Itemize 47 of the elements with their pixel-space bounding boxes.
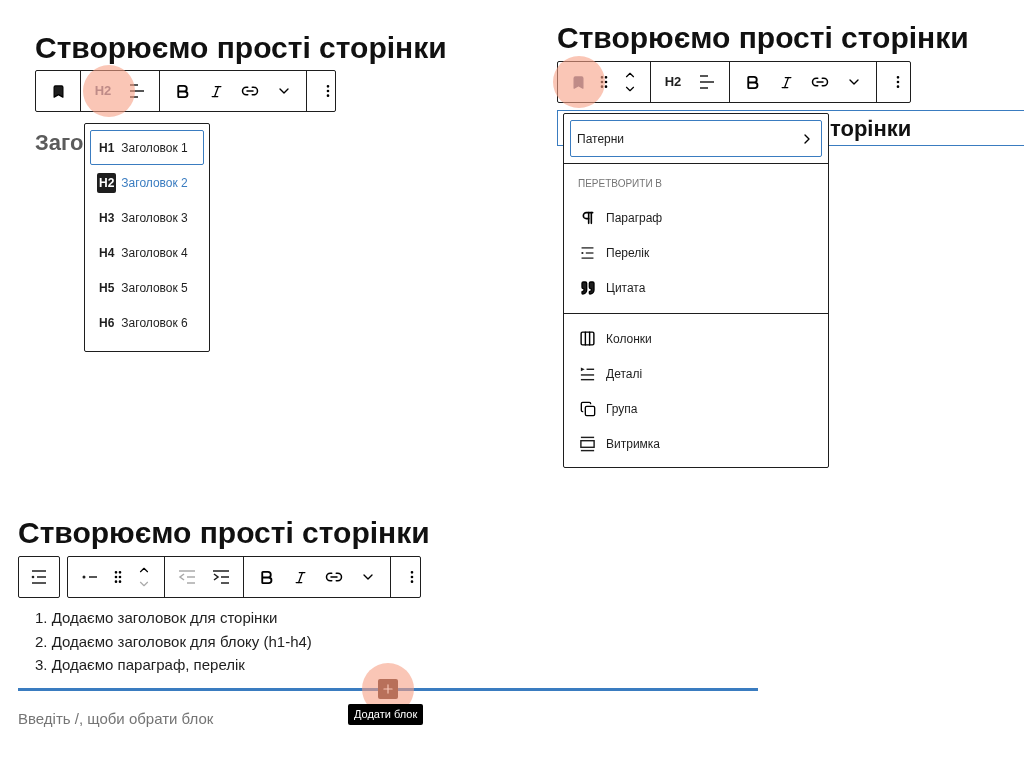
highlight-marker xyxy=(83,65,135,117)
heading-level-option[interactable]: H3 Заголовок 3 xyxy=(90,200,204,235)
heading-level-button[interactable]: H2 xyxy=(656,62,690,102)
bookmark-icon xyxy=(50,83,66,99)
page-heading: Створюємо прості сторінки xyxy=(35,30,448,66)
italic-icon xyxy=(778,74,794,90)
bullet-list-icon xyxy=(81,574,99,580)
transform-menu-item[interactable]: Цитата xyxy=(570,270,822,305)
block-input-field[interactable]: Введіть /, щоби обрати блок xyxy=(18,707,338,730)
list-item: 3. Додаємо параграф, перелік xyxy=(35,655,245,675)
italic-icon xyxy=(208,83,224,99)
columns-icon xyxy=(579,330,596,347)
heading-fragment: торінки xyxy=(830,114,912,143)
plus-icon xyxy=(381,681,395,696)
group-icon xyxy=(579,400,596,417)
heading-level-option[interactable]: H2 Заголовок 2 xyxy=(90,165,204,200)
add-block-button[interactable] xyxy=(378,678,398,699)
details-icon xyxy=(579,365,596,382)
page-heading: Створюємо прості сторінки xyxy=(557,20,970,56)
tooltip: Додати блок xyxy=(348,703,424,725)
indent-icon xyxy=(211,570,231,584)
transform-menu-item[interactable]: Перелік xyxy=(570,235,822,270)
bookmark-icon xyxy=(570,74,586,90)
outdent-icon xyxy=(177,570,197,584)
quote-icon xyxy=(579,279,596,296)
section-title: ПЕРЕТВОРИТИ В xyxy=(577,176,664,191)
list-icon xyxy=(579,244,596,261)
italic-icon xyxy=(292,569,308,585)
transform-menu-item[interactable]: Колонки xyxy=(570,321,822,356)
transform-menu-item[interactable]: Параграф xyxy=(570,200,822,235)
heading-level-option[interactable]: H6 Заголовок 6 xyxy=(90,305,204,340)
list-item: 1. Додаємо заголовок для сторінки xyxy=(35,608,278,628)
transform-menu-item[interactable]: Деталі xyxy=(570,356,822,391)
align-icon xyxy=(128,83,146,99)
heading-level-option[interactable]: H4 Заголовок 4 xyxy=(90,235,204,270)
page-heading: Створюємо прості сторінки xyxy=(18,515,431,551)
list-block-icon xyxy=(29,569,49,585)
heading-level-option[interactable]: H5 Заголовок 5 xyxy=(90,270,204,305)
heading-fragment: Заго xyxy=(35,129,84,157)
transform-menu-item[interactable]: Витримка xyxy=(570,426,822,461)
align-icon xyxy=(698,74,716,90)
transform-menu-item[interactable]: Група xyxy=(570,391,822,426)
list-item: 2. Додаємо заголовок для блоку (h1-h4) xyxy=(35,631,312,652)
highlight-marker xyxy=(553,56,605,108)
patterns-menu-item[interactable]: Патерни xyxy=(570,120,822,157)
heading-level-option[interactable]: H1 Заголовок 1 xyxy=(90,130,204,165)
cover-icon xyxy=(579,435,596,452)
